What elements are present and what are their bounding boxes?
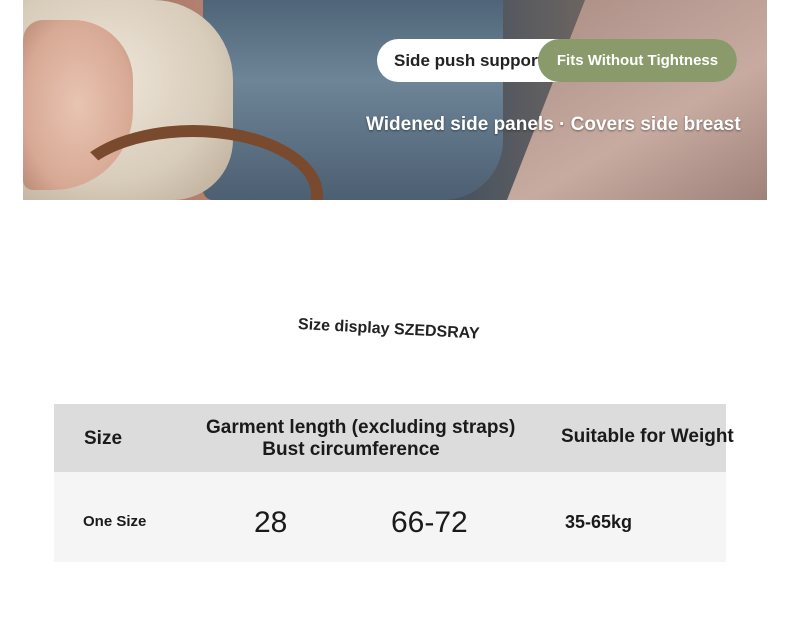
header-length: Garment length (excluding straps) [206, 417, 516, 438]
product-photo: Side push support Fits Without Tightness… [23, 0, 767, 200]
size-table-header: Size Garment length (excluding straps) B… [54, 404, 734, 472]
side-panels-caption: Widened side panels · Covers side breast [366, 114, 741, 135]
size-display-title: Size display SZEDSRAY [297, 316, 480, 343]
header-bust: Bust circumference [262, 439, 440, 460]
fits-without-tightness-badge: Fits Without Tightness [538, 39, 737, 82]
header-length-bust: Garment length (excluding straps) Bust c… [206, 417, 516, 461]
cell-bust: 66-72 [391, 506, 468, 539]
size-table: Size Garment length (excluding straps) B… [54, 404, 734, 562]
side-push-support-label: Side push support [394, 51, 544, 70]
cell-weight: 35-65kg [565, 512, 633, 532]
photo-background [507, 0, 767, 200]
header-size: Size [84, 428, 123, 449]
table-row: One Size 28 66-72 35-65kg [54, 472, 726, 562]
header-weight: Suitable for Weight [561, 426, 734, 447]
feature-pill: Side push support Fits Without Tightness [377, 39, 737, 82]
cell-length: 28 [254, 506, 288, 539]
cell-size: One Size [83, 513, 147, 530]
